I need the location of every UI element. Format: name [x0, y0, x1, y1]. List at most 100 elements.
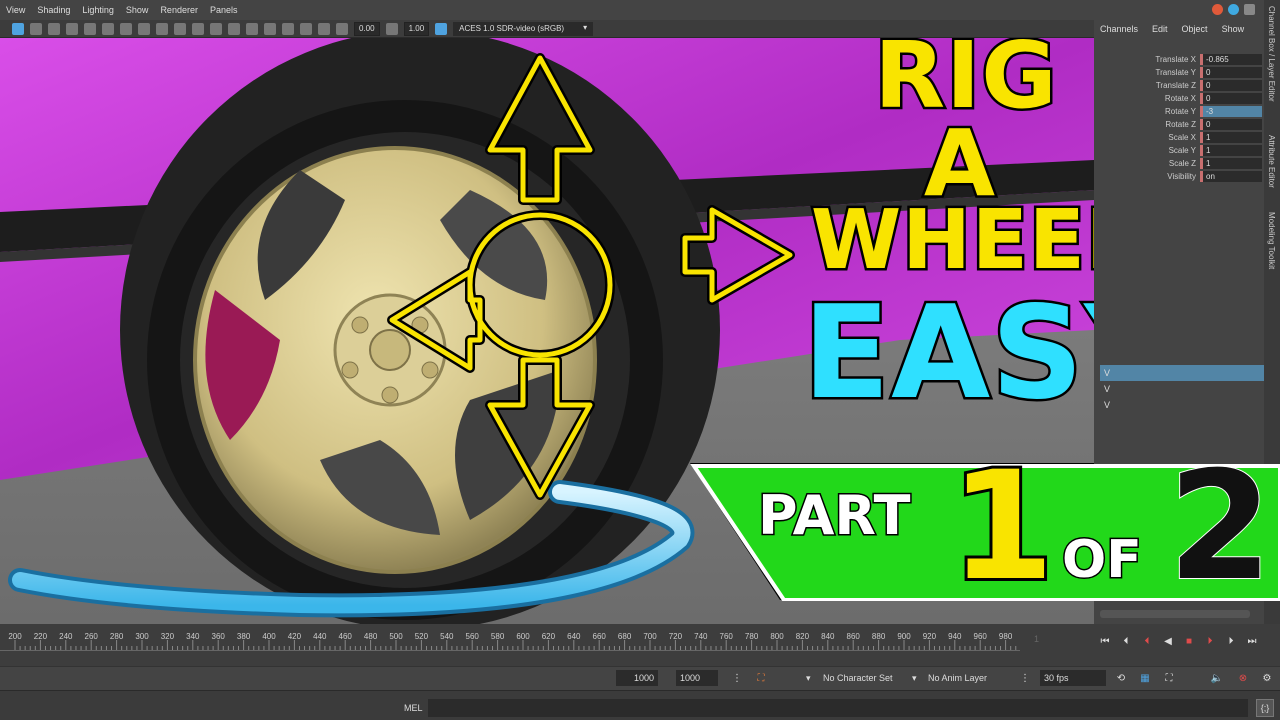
attr-value-field[interactable]: 0 — [1200, 119, 1262, 130]
tab-channel-box-layer-editor[interactable]: Channel Box / Layer Editor — [1267, 6, 1276, 102]
time-ruler[interactable] — [0, 626, 1020, 660]
smooth-shade-icon[interactable] — [210, 22, 222, 35]
layer-visibility-toggle[interactable]: V — [1100, 381, 1264, 397]
time-tick-label: 860 — [846, 632, 860, 641]
attr-row[interactable]: Rotate Z 0 — [1100, 118, 1262, 131]
preferences-icon[interactable]: ⚙ — [1260, 671, 1274, 685]
arnold-icon[interactable] — [1212, 4, 1223, 15]
mel-label[interactable]: MEL — [404, 703, 423, 713]
anim-layer-dropdown-arrow[interactable]: ▾ — [912, 670, 917, 686]
script-editor-button[interactable]: {;} — [1256, 699, 1274, 717]
tab-modeling-toolkit[interactable]: Modeling Toolkit — [1267, 212, 1276, 269]
bookmark-icon[interactable] — [48, 22, 60, 35]
gate-mask-icon[interactable] — [138, 22, 150, 35]
attr-value-field-selected[interactable]: -3 — [1200, 106, 1262, 117]
attr-value-field[interactable]: 0 — [1200, 93, 1262, 104]
select-camera-icon[interactable] — [12, 22, 24, 35]
step-forward-frame-icon[interactable]: ⏵ — [1224, 634, 1238, 648]
time-tick-label: 340 — [186, 632, 200, 641]
attr-value-field[interactable]: 0 — [1200, 80, 1262, 91]
attr-value-field[interactable]: 0 — [1200, 67, 1262, 78]
exposure-icon[interactable] — [336, 22, 348, 35]
menu-panels[interactable]: Panels — [210, 5, 238, 15]
color-management-icon[interactable] — [435, 22, 448, 35]
field-chart-icon[interactable] — [156, 22, 168, 35]
stop-icon[interactable]: ■ — [1182, 634, 1196, 648]
layer-editor: V V V — [1100, 365, 1264, 413]
time-tick-label: 800 — [770, 632, 784, 641]
step-forward-key-icon[interactable]: ⏵ — [1203, 634, 1217, 648]
attr-row[interactable]: Rotate X 0 — [1100, 92, 1262, 105]
grid-icon[interactable] — [84, 22, 96, 35]
sound-icon[interactable]: 🔈 — [1210, 671, 1224, 685]
image-plane-icon[interactable] — [66, 22, 78, 35]
expand-panel-icon[interactable] — [1244, 4, 1255, 15]
attr-value-field[interactable]: -0.865 — [1200, 54, 1262, 65]
exposure-field[interactable]: 0.00 — [354, 21, 380, 36]
menu-view[interactable]: View — [6, 5, 25, 15]
menu-edit[interactable]: Edit — [1152, 24, 1168, 34]
play-backwards-icon[interactable]: ◀ — [1161, 634, 1175, 648]
lights-icon[interactable] — [246, 22, 258, 35]
layer-visibility-toggle[interactable]: V — [1100, 397, 1264, 413]
character-set-dropdown-arrow[interactable]: ▾ — [806, 670, 811, 686]
attr-row[interactable]: Translate Z 0 — [1100, 79, 1262, 92]
cache-icon[interactable]: ▦ — [1138, 671, 1152, 685]
film-gate-icon[interactable] — [102, 22, 114, 35]
time-tick-label: 480 — [363, 632, 378, 641]
isolate-select-icon[interactable] — [282, 22, 294, 35]
layer-visibility-toggle[interactable]: V — [1100, 365, 1264, 381]
attr-value-field[interactable]: on — [1200, 171, 1262, 182]
menu-shading[interactable]: Shading — [37, 5, 70, 15]
attr-row[interactable]: Scale Z 1 — [1100, 157, 1262, 170]
go-to-end-icon[interactable]: ⏭ — [1245, 634, 1259, 648]
attr-value-field[interactable]: 1 — [1200, 158, 1262, 169]
character-set-dropdown[interactable]: No Character Set — [823, 670, 893, 686]
time-tick-label: 420 — [287, 632, 302, 641]
attr-row[interactable]: Visibility on — [1100, 170, 1262, 183]
textured-icon[interactable] — [228, 22, 240, 35]
attr-value-field[interactable]: 1 — [1200, 145, 1262, 156]
camera-attributes-icon[interactable] — [30, 22, 42, 35]
time-tick-label: 580 — [490, 632, 505, 641]
wireframe-icon[interactable] — [192, 22, 204, 35]
anim-prefs-icon[interactable]: ⊗ — [1236, 671, 1250, 685]
attr-row[interactable]: Rotate Y -3 — [1100, 105, 1262, 118]
menu-lighting[interactable]: Lighting — [82, 5, 114, 15]
gamma-field[interactable]: 1.00 — [403, 21, 430, 36]
help-icon[interactable] — [1228, 4, 1239, 15]
go-to-start-icon[interactable]: ⏮ — [1098, 634, 1112, 648]
command-input[interactable] — [428, 699, 1248, 717]
attr-row[interactable]: Translate X -0.865 — [1100, 53, 1262, 66]
shadows-icon[interactable] — [264, 22, 276, 35]
step-back-key-icon[interactable]: ⏴ — [1140, 634, 1154, 648]
menu-renderer[interactable]: Renderer — [160, 5, 198, 15]
menu-show[interactable]: Show — [126, 5, 149, 15]
time-tick-label: 980 — [998, 632, 1013, 641]
attr-value-field[interactable]: 1 — [1200, 132, 1262, 143]
end-time-field[interactable]: 1000 — [616, 670, 658, 686]
attr-row[interactable]: Scale X 1 — [1100, 131, 1262, 144]
part-of-label: OF — [1061, 529, 1144, 592]
xray-icon[interactable] — [300, 22, 312, 35]
loop-icon[interactable]: ⟲ — [1114, 671, 1128, 685]
anim-layer-dropdown[interactable]: No Anim Layer — [928, 670, 987, 686]
gamma-icon[interactable] — [385, 22, 398, 35]
time-tick-label: 560 — [465, 632, 479, 641]
color-space-dropdown[interactable]: ACES 1.0 SDR-video (sRGB) — [453, 21, 594, 36]
safe-action-icon[interactable] — [174, 22, 186, 35]
attr-row[interactable]: Translate Y 0 — [1100, 66, 1262, 79]
resolution-gate-icon[interactable] — [120, 22, 132, 35]
step-back-frame-icon[interactable]: ⏴ — [1119, 634, 1133, 648]
fps-dropdown[interactable]: 30 fps — [1040, 670, 1106, 686]
menu-channels[interactable]: Channels — [1100, 24, 1138, 34]
tab-attribute-editor[interactable]: Attribute Editor — [1267, 135, 1276, 188]
channel-attribute-list: Translate X -0.865 Translate Y 0 Translate… — [1100, 53, 1262, 183]
ambient-occlusion-icon[interactable] — [318, 22, 330, 35]
auto-key-icon[interactable]: ⛶ — [754, 671, 768, 685]
attr-row[interactable]: Scale Y 1 — [1100, 144, 1262, 157]
playback-option-icon[interactable]: ⛶ — [1162, 671, 1176, 685]
playback-end-field[interactable]: 1000 — [676, 670, 718, 686]
menu-channel-show[interactable]: Show — [1222, 24, 1245, 34]
menu-object[interactable]: Object — [1182, 24, 1208, 34]
